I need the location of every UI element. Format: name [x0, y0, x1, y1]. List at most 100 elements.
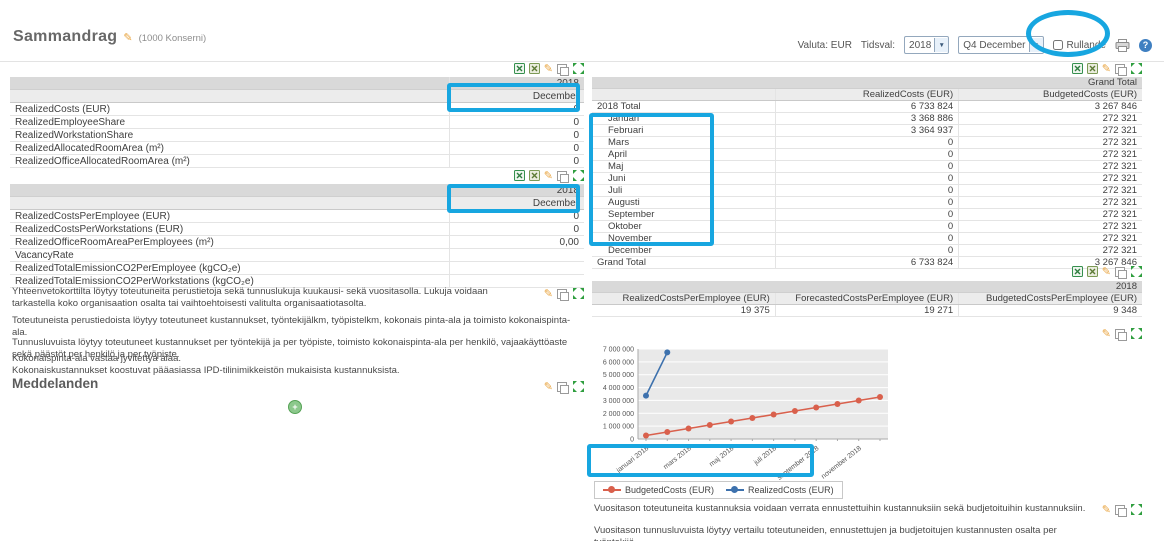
currency-label: Valuta: EUR	[798, 40, 852, 51]
print-card-icon[interactable]	[557, 289, 567, 299]
svg-text:2 000 000: 2 000 000	[603, 411, 634, 418]
table-cell: 272 321	[959, 137, 1142, 149]
svg-text:maj 2018: maj 2018	[708, 445, 735, 468]
table-cell: 272 321	[959, 125, 1142, 137]
print-card-icon[interactable]	[1115, 329, 1125, 339]
annual-text: Vuositason toteutuneita kustannuksia voi…	[594, 503, 1099, 515]
table-row: Februari3 364 937272 321	[592, 125, 1142, 137]
edit-title-icon[interactable]: ✎	[123, 32, 132, 43]
svg-text:3 000 000: 3 000 000	[603, 398, 634, 405]
rolling-checkbox[interactable]	[1053, 40, 1063, 50]
table-row: RealizedOfficeRoomAreaPerEmployees (m²)0…	[10, 236, 584, 249]
period-select[interactable]: Q4 December ▼	[958, 36, 1043, 54]
table-cell: Augusti	[592, 197, 775, 209]
legend-item: BudgetedCosts (EUR)	[603, 485, 714, 495]
table-row: Oktober0272 321	[592, 221, 1142, 233]
kpi-table: 2018 December RealizedCostsPerEmployee (…	[10, 184, 584, 288]
chevron-down-icon[interactable]: ▼	[1029, 38, 1043, 52]
card-toolbar: ✎	[1102, 503, 1142, 516]
forecasted-per-emp-header: ForecastedCostsPerEmployee (EUR)	[775, 293, 958, 305]
edit-icon[interactable]: ✎	[544, 170, 553, 181]
budgeted-per-emp-header: BudgetedCostsPerEmployee (EUR)	[959, 293, 1142, 305]
svg-text:januari 2018: januari 2018	[615, 445, 651, 475]
table-cell: 0	[449, 210, 584, 223]
table-row: Augusti0272 321	[592, 197, 1142, 209]
realized-col-header: RealizedCosts (EUR)	[775, 89, 958, 101]
table-cell: RealizedCostsPerEmployee (EUR)	[10, 210, 449, 223]
table-row: RealizedCosts (EUR)0	[10, 103, 584, 116]
maximize-icon[interactable]	[573, 381, 584, 392]
svg-text:4 000 000: 4 000 000	[603, 385, 634, 392]
help-icon[interactable]: ?	[1139, 39, 1152, 52]
print-card-icon[interactable]	[557, 171, 567, 181]
table-cell: 19 271	[775, 305, 958, 317]
table-cell: Mars	[592, 137, 775, 149]
maximize-icon[interactable]	[1131, 63, 1142, 74]
maximize-icon[interactable]	[573, 63, 584, 74]
table-cell: 0	[449, 142, 584, 155]
table-cell: 272 321	[959, 245, 1142, 257]
maximize-icon[interactable]	[573, 170, 584, 181]
year-select-value: 2018	[909, 40, 931, 51]
table-cell: 272 321	[959, 233, 1142, 245]
edit-icon[interactable]: ✎	[1102, 504, 1111, 515]
maximize-icon[interactable]	[1131, 328, 1142, 339]
edit-icon[interactable]: ✎	[1102, 266, 1111, 277]
table-cell: 0	[775, 161, 958, 173]
year-header: 2018	[592, 281, 1142, 293]
rolling-option[interactable]: Rullande	[1053, 40, 1106, 51]
excel-export-alt-icon[interactable]	[1087, 63, 1098, 74]
maximize-icon[interactable]	[1131, 504, 1142, 515]
table-cell	[449, 262, 584, 275]
note-line: Kokonaispinta-ala vastaa jyvitettyä alaa…	[12, 353, 584, 365]
edit-icon[interactable]: ✎	[544, 63, 553, 74]
maximize-icon[interactable]	[1131, 266, 1142, 277]
edit-icon[interactable]: ✎	[544, 381, 553, 392]
excel-export-icon[interactable]	[1072, 266, 1083, 277]
edit-icon[interactable]: ✎	[1102, 328, 1111, 339]
rolling-label: Rullande	[1067, 40, 1106, 51]
top-bar: Sammandrag ✎ (1000 Konserni) Valuta: EUR…	[0, 0, 1164, 62]
chevron-down-icon[interactable]: ▼	[934, 38, 948, 52]
table-cell: 3 267 846	[959, 101, 1142, 113]
card-toolbar: ✎	[1072, 62, 1142, 75]
table-cell: 0	[775, 137, 958, 149]
table-row: April0272 321	[592, 149, 1142, 161]
table-cell: 272 321	[959, 185, 1142, 197]
excel-export-alt-icon[interactable]	[529, 170, 540, 181]
table-row: Januari3 368 886272 321	[592, 113, 1142, 125]
excel-export-icon[interactable]	[514, 63, 525, 74]
excel-export-alt-icon[interactable]	[1087, 266, 1098, 277]
grand-total-header: Grand Total	[592, 77, 1142, 89]
excel-export-icon[interactable]	[514, 170, 525, 181]
edit-icon[interactable]: ✎	[1102, 63, 1111, 74]
table-cell: 0	[775, 197, 958, 209]
print-card-icon[interactable]	[1115, 64, 1125, 74]
period-header: December	[449, 90, 584, 103]
year-select[interactable]: 2018 ▼	[904, 36, 949, 54]
currency-value: EUR	[831, 40, 852, 51]
add-message-icon[interactable]: +	[288, 400, 302, 414]
print-card-icon[interactable]	[1115, 267, 1125, 277]
table-cell: 6 733 824	[775, 257, 958, 269]
excel-export-icon[interactable]	[1072, 63, 1083, 74]
edit-icon[interactable]: ✎	[544, 288, 553, 299]
print-card-icon[interactable]	[557, 64, 567, 74]
print-card-icon[interactable]	[1115, 505, 1125, 515]
print-icon[interactable]	[1115, 39, 1130, 52]
table-header-row: RealizedCostsPerEmployee (EUR) Forecaste…	[592, 293, 1142, 305]
print-card-icon[interactable]	[557, 382, 567, 392]
realized-per-emp-header: RealizedCostsPerEmployee (EUR)	[592, 293, 775, 305]
table-cell: Juni	[592, 173, 775, 185]
svg-text:1 000 000: 1 000 000	[603, 424, 634, 431]
maximize-icon[interactable]	[573, 288, 584, 299]
excel-export-alt-icon[interactable]	[529, 63, 540, 74]
card-toolbar: ✎	[514, 62, 584, 75]
table-cell: 272 321	[959, 113, 1142, 125]
table-cell: 0	[449, 155, 584, 168]
annual-text: Vuositason tunnusluvuista löytyy vertail…	[594, 525, 1099, 541]
legend-label: RealizedCosts (EUR)	[748, 485, 834, 495]
table-cell: 272 321	[959, 209, 1142, 221]
table-row: Grand Total6 733 8243 267 846	[592, 257, 1142, 269]
year-header: 2018	[449, 77, 584, 90]
